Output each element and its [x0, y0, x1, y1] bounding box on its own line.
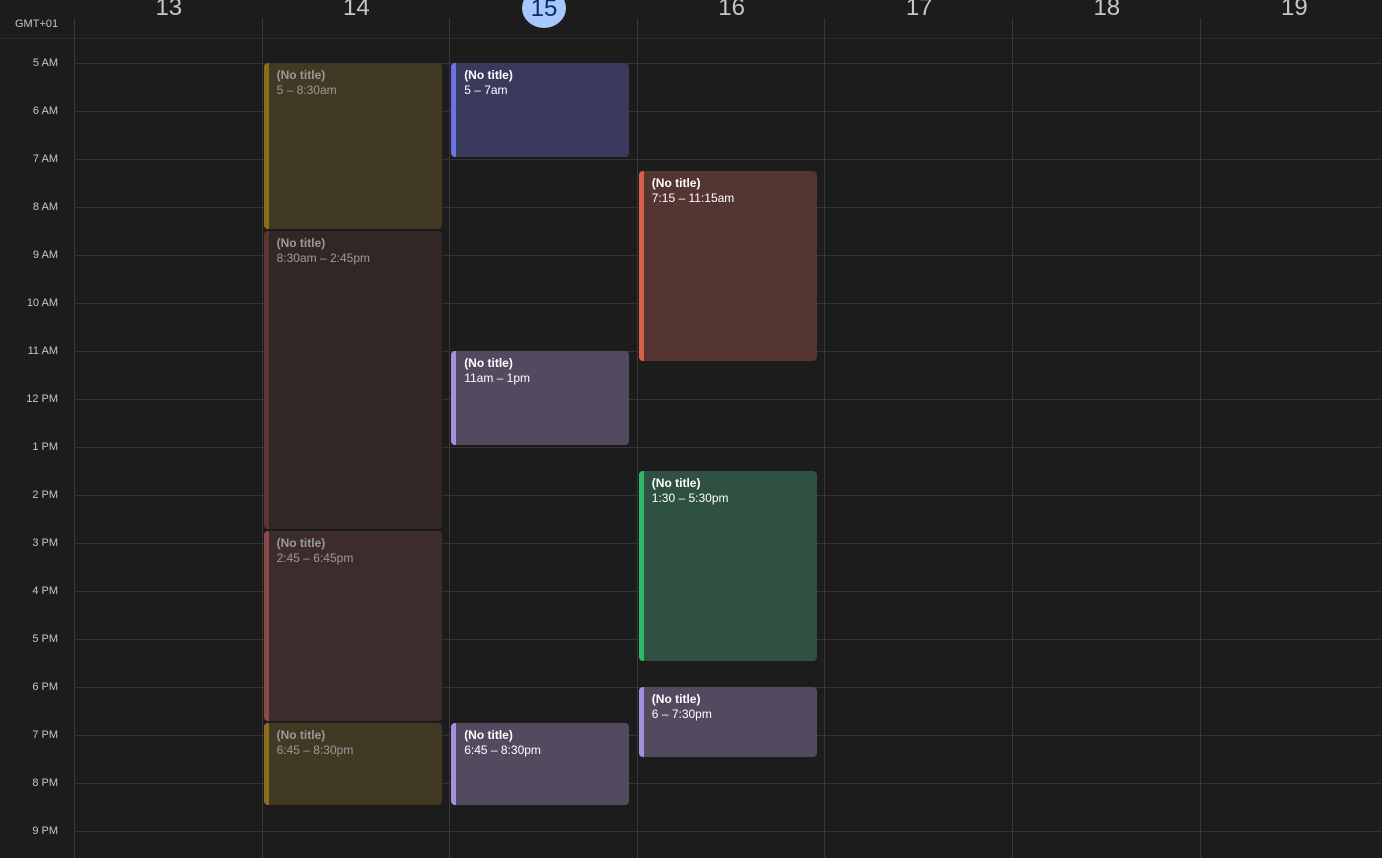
hour-label: 9 AM	[32, 249, 58, 261]
event-color-bar	[638, 687, 644, 757]
event-color-bar	[263, 63, 269, 229]
event-title: (No title)	[464, 356, 513, 370]
hour-label: 7 AM	[32, 153, 58, 165]
hour-label: 8 PM	[32, 777, 58, 789]
calendar-event[interactable]: (No title) 11am – 1pm	[451, 351, 630, 445]
hour-label: 2 PM	[32, 489, 58, 501]
event-time: 5 – 7am	[464, 83, 508, 97]
event-title: (No title)	[651, 476, 701, 490]
timezone-label: GMT+01	[15, 18, 59, 30]
day-column-divider	[824, 18, 826, 858]
event-color-bar	[451, 351, 457, 445]
event-title: (No title)	[276, 68, 326, 82]
event-title: (No title)	[464, 728, 513, 742]
calendar-event[interactable]: (No title) 1:30 – 5:30pm	[638, 471, 817, 661]
calendar-event[interactable]: (No title) 5 – 8:30am	[263, 63, 442, 229]
day-date-number[interactable]: 19	[1272, 0, 1316, 27]
hour-label: 5 AM	[32, 57, 58, 69]
calendar-event[interactable]: (No title) 5 – 7am	[451, 63, 630, 157]
hour-gridline	[75, 831, 1382, 832]
hour-label: 12 PM	[26, 393, 58, 405]
event-time: 1:30 – 5:30pm	[651, 491, 729, 505]
event-title: (No title)	[276, 728, 326, 742]
calendar-event[interactable]: (No title) 2:45 – 6:45pm	[263, 531, 442, 721]
day-date-number[interactable]: 14	[334, 0, 378, 27]
event-title: (No title)	[464, 68, 513, 82]
day-date-number[interactable]: 16	[710, 0, 754, 27]
calendar-event[interactable]: (No title) 6:45 – 8:30pm	[451, 723, 630, 805]
day-date-number[interactable]: 13	[147, 0, 191, 27]
hour-label: 4 PM	[32, 585, 58, 597]
event-color-bar	[263, 231, 269, 529]
event-time: 2:45 – 6:45pm	[276, 551, 354, 565]
calendar-event[interactable]: (No title) 6:45 – 8:30pm	[263, 723, 442, 805]
day-column-divider	[636, 18, 638, 858]
event-color-bar	[263, 723, 269, 805]
hour-label: 10 AM	[26, 297, 58, 309]
event-time: 6:45 – 8:30pm	[464, 743, 541, 757]
day-column-divider	[74, 18, 75, 858]
hour-label: 3 PM	[32, 537, 58, 549]
event-time: 6:45 – 8:30pm	[276, 743, 354, 757]
event-title: (No title)	[651, 692, 701, 706]
hour-label: 8 AM	[32, 201, 58, 213]
event-color-bar	[451, 63, 457, 157]
day-column-divider	[1012, 18, 1013, 858]
event-time: 6 – 7:30pm	[651, 707, 712, 721]
event-time: 11am – 1pm	[464, 371, 530, 385]
hour-label: 6 PM	[32, 681, 58, 693]
day-column-divider	[449, 18, 451, 858]
hour-label: 6 AM	[32, 105, 58, 117]
hour-label: 9 PM	[32, 825, 58, 837]
event-title: (No title)	[276, 236, 326, 250]
hour-label: 5 PM	[32, 633, 58, 645]
day-column-divider	[261, 18, 263, 858]
event-time: 5 – 8:30am	[276, 83, 337, 97]
day-date-number[interactable]: 18	[1085, 0, 1129, 27]
event-title: (No title)	[276, 536, 326, 550]
calendar-event[interactable]: (No title) 7:15 – 11:15am	[638, 171, 817, 361]
calendar-event[interactable]: (No title) 8:30am – 2:45pm	[263, 231, 442, 529]
event-color-bar	[638, 471, 644, 661]
week-view-calendar: 13 14 15 16 17 18 19 GMT+01 5 AM 6 AM 7 AM 8 AM 9 …	[0, 0, 1382, 858]
event-time: 7:15 – 11:15am	[651, 191, 735, 205]
day-date-number[interactable]: 17	[897, 0, 941, 27]
hour-label: 1 PM	[32, 441, 58, 453]
today-date-number[interactable]: 15	[522, 0, 566, 28]
header-divider	[0, 38, 1382, 39]
hour-label: 11 AM	[27, 345, 58, 357]
hour-label: 7 PM	[32, 729, 58, 741]
event-color-bar	[451, 723, 457, 805]
event-title: (No title)	[651, 176, 701, 190]
day-column-divider	[1199, 18, 1201, 858]
calendar-event[interactable]: (No title) 6 – 7:30pm	[638, 687, 817, 757]
event-color-bar	[263, 531, 269, 721]
event-color-bar	[638, 171, 644, 361]
event-time: 8:30am – 2:45pm	[276, 251, 370, 265]
